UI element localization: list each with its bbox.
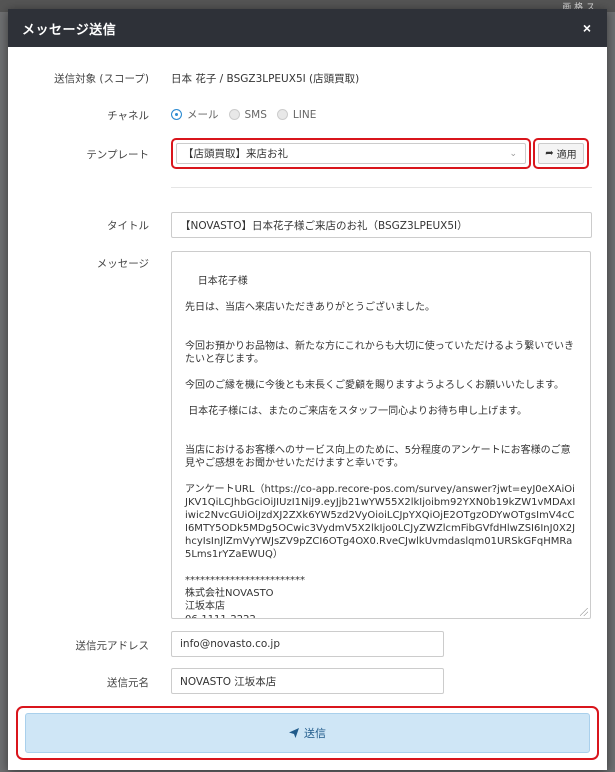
title-input[interactable]: 【NOVASTO】日本花子様ご来店のお礼（BSGZ3LPEUX5I） xyxy=(171,212,592,238)
share-arrow-icon: ➦ xyxy=(545,148,554,159)
template-select-highlight: 【店頭買取】来店お礼 ⌄ xyxy=(171,138,531,169)
title-row: タイトル xyxy=(8,218,149,233)
send-button-label: 送信 xyxy=(304,728,326,740)
from-address-row: 送信元アドレス xyxy=(8,638,150,653)
radio-checked-icon[interactable] xyxy=(171,109,182,120)
paper-plane-icon xyxy=(289,728,299,738)
modal-title: メッセージ送信 xyxy=(22,22,117,38)
template-row: テンプレート xyxy=(8,147,149,162)
send-button[interactable]: 送信 xyxy=(25,713,590,753)
section-divider xyxy=(171,187,592,188)
from-name-value: NOVASTO 江坂本店 xyxy=(180,675,277,688)
target-value: 日本 花子 / BSGZ3LPEUX5I (店頭買取) xyxy=(171,73,360,85)
message-row: メッセージ xyxy=(8,256,149,271)
message-label: メッセージ xyxy=(96,258,149,270)
from-name-row: 送信元名 xyxy=(8,675,149,690)
chevron-down-icon: ⌄ xyxy=(509,149,517,159)
channel-radio-sms[interactable]: SMS xyxy=(228,108,267,121)
close-button[interactable]: × xyxy=(583,20,591,36)
channel-label: チャネル xyxy=(107,110,149,122)
from-address-input[interactable]: info@novasto.co.jp xyxy=(171,631,444,657)
channel-radio-line[interactable]: LINE xyxy=(276,108,317,121)
message-textarea[interactable]: 日本花子様 先日は、当店へ来店いただきありがとうございました。 今回お預かりお品… xyxy=(171,251,591,619)
channel-radio-email[interactable]: メール xyxy=(171,107,219,122)
channel-radio-label: LINE xyxy=(292,108,317,121)
send-button-highlight: 送信 xyxy=(16,706,599,760)
template-select-value: 【店頭買取】来店お礼 xyxy=(183,148,288,160)
title-input-value: 【NOVASTO】日本花子様ご来店のお礼（BSGZ3LPEUX5I） xyxy=(180,219,468,232)
from-address-value: info@novasto.co.jp xyxy=(180,638,281,650)
message-body: 日本花子様 先日は、当店へ来店いただきありがとうございました。 今回お預かりお品… xyxy=(185,276,576,618)
radio-unchecked-icon[interactable] xyxy=(276,109,288,120)
from-address-label: 送信元アドレス xyxy=(75,640,150,652)
apply-button-highlight: ➦ 適用 xyxy=(533,138,589,169)
channel-radio-group: メール SMS LINE xyxy=(171,107,316,122)
template-select[interactable]: 【店頭買取】来店お礼 ⌄ xyxy=(176,143,526,164)
apply-button[interactable]: ➦ 適用 xyxy=(538,143,584,164)
resize-handle-icon[interactable] xyxy=(580,608,588,616)
modal-header: メッセージ送信 × xyxy=(8,9,607,47)
target-label: 送信対象 (スコープ) xyxy=(54,73,149,85)
template-label: テンプレート xyxy=(86,149,149,161)
message-send-modal: メッセージ送信 × 送信対象 (スコープ) 日本 花子 / BSGZ3LPEUX… xyxy=(8,9,607,770)
from-name-input[interactable]: NOVASTO 江坂本店 xyxy=(171,668,444,694)
from-name-label: 送信元名 xyxy=(107,677,149,689)
radio-unchecked-icon[interactable] xyxy=(228,109,240,120)
channel-row: チャネル xyxy=(8,108,149,123)
apply-button-label: 適用 xyxy=(556,150,577,161)
target-row: 送信対象 (スコープ) xyxy=(8,71,149,86)
channel-radio-label: メール xyxy=(187,109,219,121)
channel-radio-label: SMS xyxy=(244,108,267,121)
title-label: タイトル xyxy=(107,220,149,232)
